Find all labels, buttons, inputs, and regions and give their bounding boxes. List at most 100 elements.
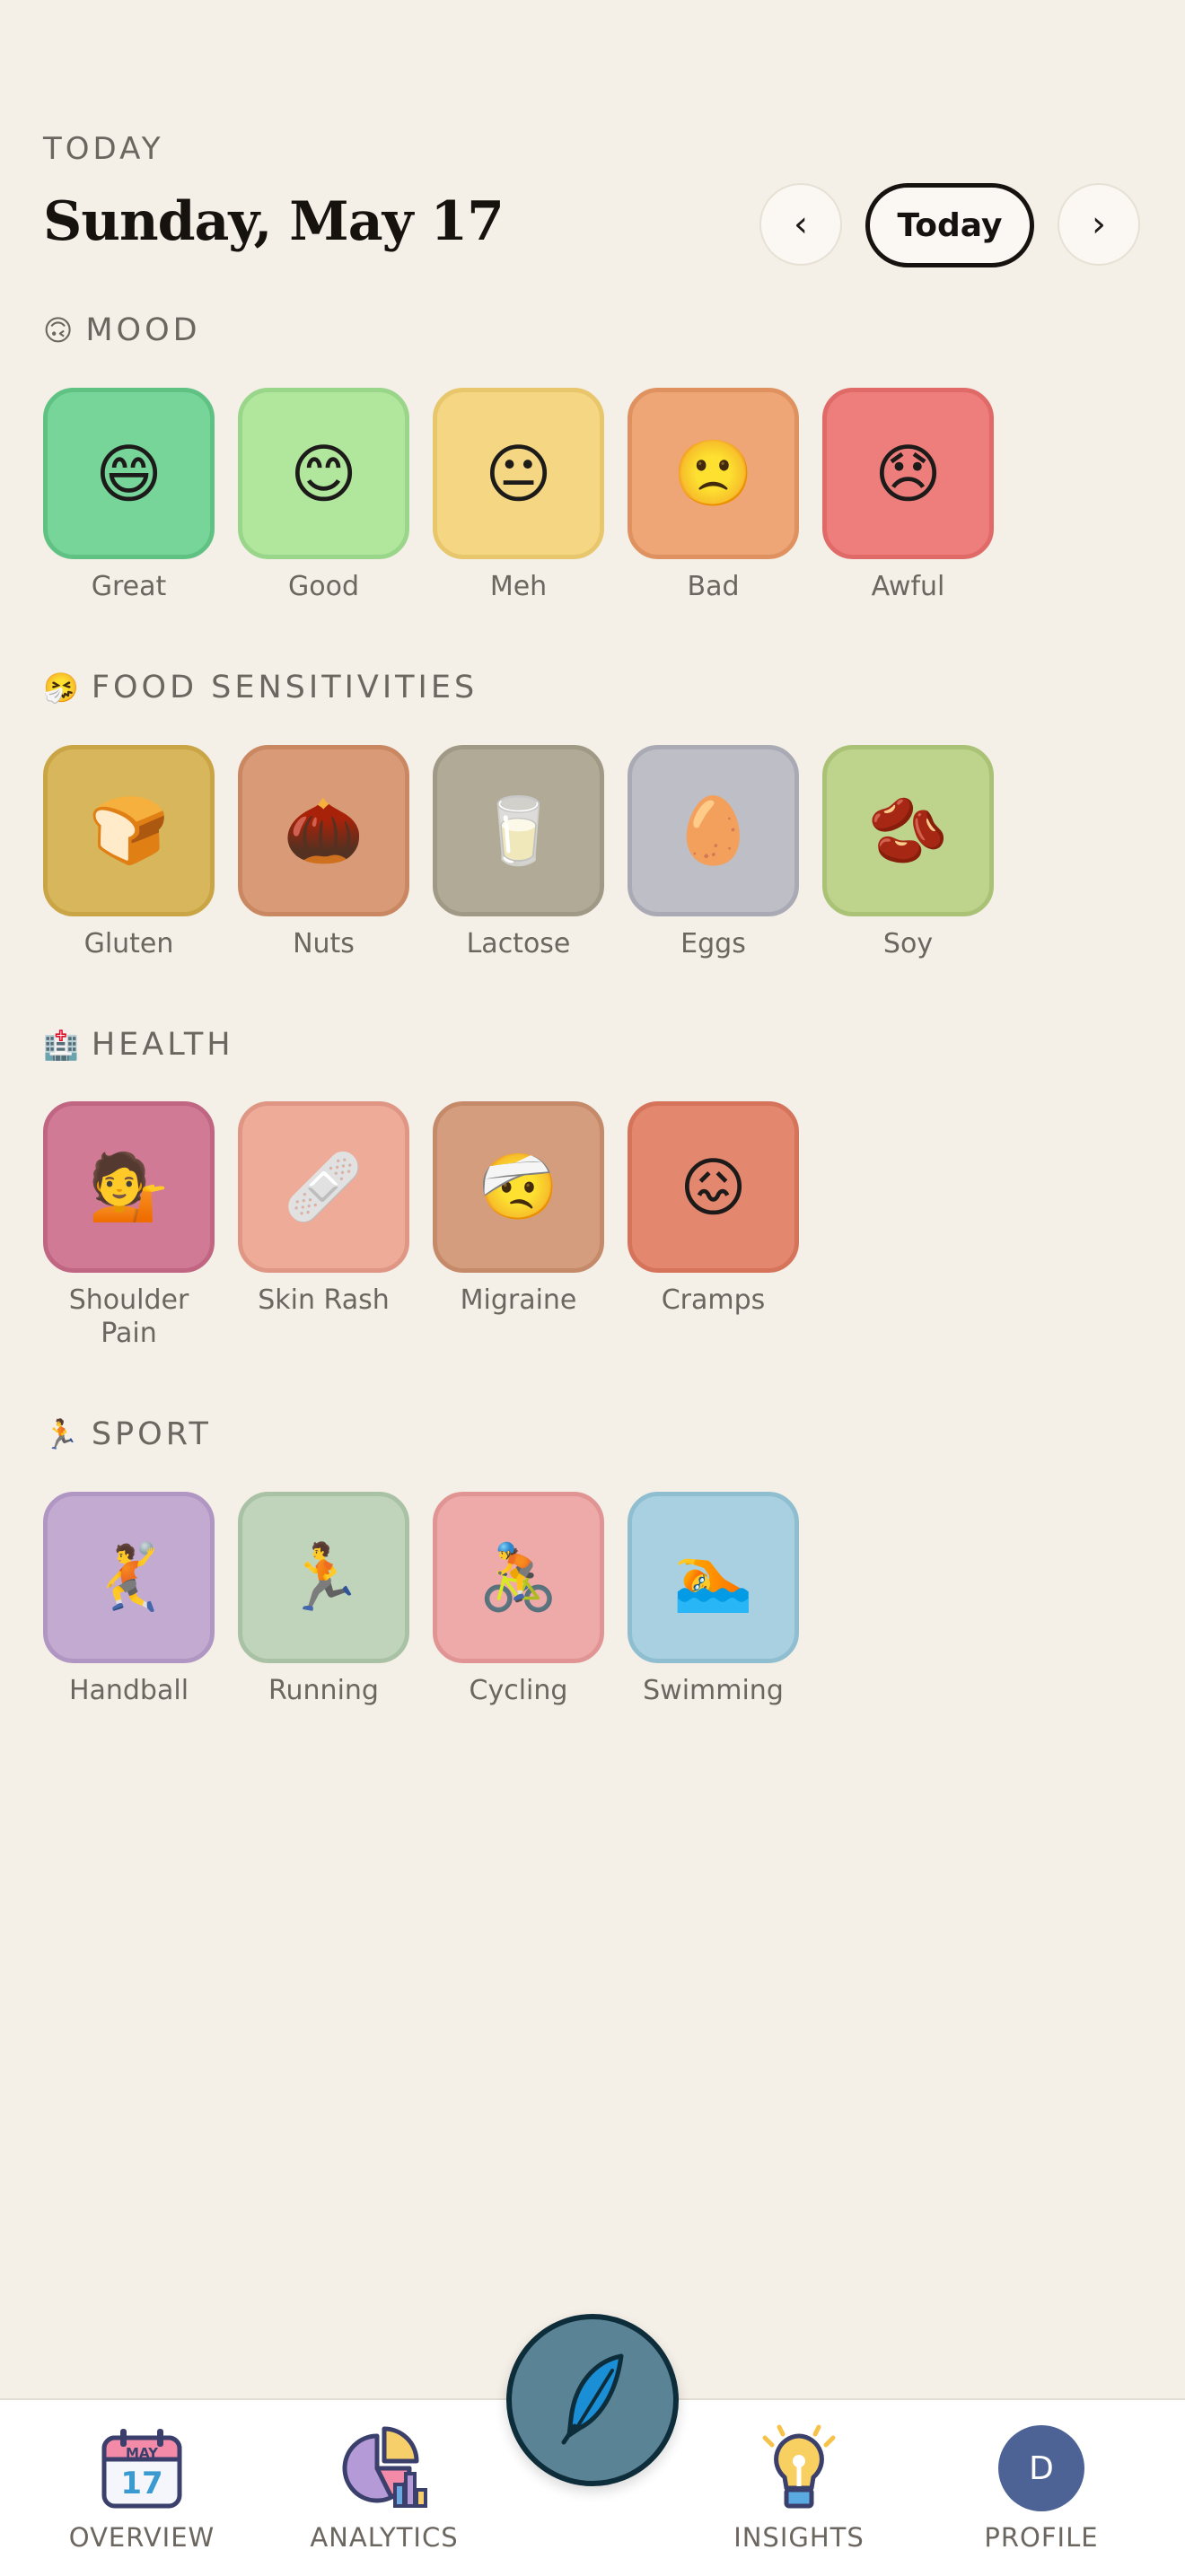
frowning-face-icon: 🙁 xyxy=(672,435,754,511)
tile-label: Skin Rash xyxy=(258,1284,390,1316)
chestnut-icon: 🌰 xyxy=(283,793,364,868)
egg-icon: 🥚 xyxy=(672,793,754,868)
grinning-face-icon: 😄 xyxy=(94,435,163,512)
tile-box: 🚴 xyxy=(433,1492,604,1663)
swimmer-icon: 🏊 xyxy=(672,1539,754,1615)
neutral-face-icon: 😐 xyxy=(484,435,553,512)
tab-overview-label: OVERVIEW xyxy=(68,2522,215,2553)
tile-box: 🌰 xyxy=(238,745,409,916)
pie-chart-icon xyxy=(335,2423,434,2513)
mood-awful-option[interactable]: 😞 Awful xyxy=(822,388,994,603)
bandage-icon: 🩹 xyxy=(283,1149,364,1224)
previous-day-button[interactable]: ‹ xyxy=(759,183,842,266)
food-section-title: 🤧 FOOD SENSITIVITIES xyxy=(43,670,478,705)
tile-box: 😄 xyxy=(43,388,215,559)
health-cramps-option[interactable]: 😖 Cramps xyxy=(628,1101,799,1350)
bread-icon: 🍞 xyxy=(88,793,170,868)
next-day-button[interactable]: › xyxy=(1058,183,1140,266)
hospital-icon: 🏥 xyxy=(43,1028,79,1062)
health-migraine-option[interactable]: 🤕 Migraine xyxy=(433,1101,604,1350)
section-title-label: MOOD xyxy=(85,312,201,348)
food-nuts-option[interactable]: 🌰 Nuts xyxy=(238,745,409,960)
tab-profile-label: PROFILE xyxy=(984,2522,1099,2553)
mood-great-option[interactable]: 😄 Great xyxy=(43,388,215,603)
tab-profile[interactable]: D PROFILE xyxy=(934,2423,1149,2553)
sport-cycling-option[interactable]: 🚴 Cycling xyxy=(433,1492,604,1707)
mood-good-option[interactable]: 😊 Good xyxy=(238,388,409,603)
tile-box: 🍞 xyxy=(43,745,215,916)
tile-label: Bad xyxy=(687,571,740,602)
mood-bad-option[interactable]: 🙁 Bad xyxy=(628,388,799,603)
running-person-icon: 🏃 xyxy=(43,1417,79,1451)
tile-label: Awful xyxy=(871,571,945,602)
milk-glass-icon: 🥛 xyxy=(478,793,559,868)
section-eyebrow: TODAY xyxy=(43,131,164,167)
tile-label: Migraine xyxy=(460,1284,577,1316)
tile-box: 🏃 xyxy=(238,1492,409,1663)
tile-box: 😊 xyxy=(238,388,409,559)
tile-label: Great xyxy=(91,571,167,602)
tab-insights[interactable]: INSIGHTS xyxy=(691,2423,907,2553)
tile-label: Swimming xyxy=(643,1675,784,1706)
tile-box: 🏊 xyxy=(628,1492,799,1663)
tile-box: 💁 xyxy=(43,1101,215,1273)
sport-swimming-option[interactable]: 🏊 Swimming xyxy=(628,1492,799,1707)
tab-insights-label: INSIGHTS xyxy=(733,2522,865,2553)
disappointed-face-icon: 😞 xyxy=(873,435,943,512)
tile-label: Shoulder Pain xyxy=(68,1284,189,1349)
sport-running-option[interactable]: 🏃 Running xyxy=(238,1492,409,1707)
tile-box: 🤾 xyxy=(43,1492,215,1663)
section-title-label: FOOD SENSITIVITIES xyxy=(91,670,478,705)
section-title-label: HEALTH xyxy=(91,1027,234,1063)
tile-label: Lactose xyxy=(466,928,571,959)
tile-label: Eggs xyxy=(680,928,746,959)
tab-analytics[interactable]: ANALYTICS xyxy=(276,2423,492,2553)
confounded-face-icon: 😖 xyxy=(679,1149,748,1225)
tile-box: 🥛 xyxy=(433,745,604,916)
food-eggs-option[interactable]: 🥚 Eggs xyxy=(628,745,799,960)
tile-label: Good xyxy=(288,571,359,602)
food-lactose-option[interactable]: 🥛 Lactose xyxy=(433,745,604,960)
calendar-day-text: 17 xyxy=(120,2466,162,2502)
tile-label: Meh xyxy=(489,571,548,602)
sneezing-face-icon: 🤧 xyxy=(43,670,79,705)
tile-box: 🫘 xyxy=(822,745,994,916)
calendar-month-text: MAY xyxy=(126,2445,159,2461)
health-shoulder-pain-option[interactable]: 💁 Shoulder Pain xyxy=(43,1101,215,1350)
tile-label: Running xyxy=(268,1675,379,1706)
tile-label: Cramps xyxy=(661,1284,766,1316)
tile-label: Gluten xyxy=(83,928,174,959)
health-options: 💁 Shoulder Pain 🩹 Skin Rash 🤕 Migraine 😖… xyxy=(43,1101,799,1350)
tile-label: Nuts xyxy=(293,928,355,959)
cyclist-icon: 🚴 xyxy=(478,1539,559,1615)
food-soy-option[interactable]: 🫘 Soy xyxy=(822,745,994,960)
avatar: D xyxy=(998,2425,1084,2511)
sport-options: 🤾 Handball 🏃 Running 🚴 Cycling 🏊 Swimmin… xyxy=(43,1492,799,1707)
food-gluten-option[interactable]: 🍞 Gluten xyxy=(43,745,215,960)
head-bandage-face-icon: 🤕 xyxy=(478,1149,559,1224)
mood-options: 😄 Great 😊 Good 😐 Meh 🙁 Bad 😞 Awful xyxy=(43,388,994,603)
tile-box: 😐 xyxy=(433,388,604,559)
page-title: Sunday, May 17 xyxy=(43,190,505,253)
beans-icon: 🫘 xyxy=(867,793,949,868)
tile-box: 🤕 xyxy=(433,1101,604,1273)
lightbulb-icon xyxy=(750,2423,848,2513)
runner-icon: 🏃 xyxy=(283,1539,364,1615)
avatar-wrapper: D xyxy=(992,2423,1091,2513)
person-tipping-hand-icon: 💁 xyxy=(88,1149,170,1224)
health-skin-rash-option[interactable]: 🩹 Skin Rash xyxy=(238,1101,409,1350)
mood-section-title: 🙃 MOOD xyxy=(43,312,201,348)
today-button[interactable]: Today xyxy=(865,183,1034,267)
sport-handball-option[interactable]: 🤾 Handball xyxy=(43,1492,215,1707)
tile-box: 🥚 xyxy=(628,745,799,916)
tile-label: Soy xyxy=(882,928,934,959)
tile-box: 🩹 xyxy=(238,1101,409,1273)
tab-analytics-label: ANALYTICS xyxy=(310,2522,459,2553)
upside-down-face-icon: 🙃 xyxy=(43,313,74,347)
add-entry-button[interactable] xyxy=(506,2314,679,2486)
tab-overview[interactable]: MAY 17 OVERVIEW xyxy=(34,2423,250,2553)
tile-box: 😖 xyxy=(628,1101,799,1273)
health-section-title: 🏥 HEALTH xyxy=(43,1027,234,1063)
tile-label: Handball xyxy=(68,1675,189,1706)
mood-meh-option[interactable]: 😐 Meh xyxy=(433,388,604,603)
